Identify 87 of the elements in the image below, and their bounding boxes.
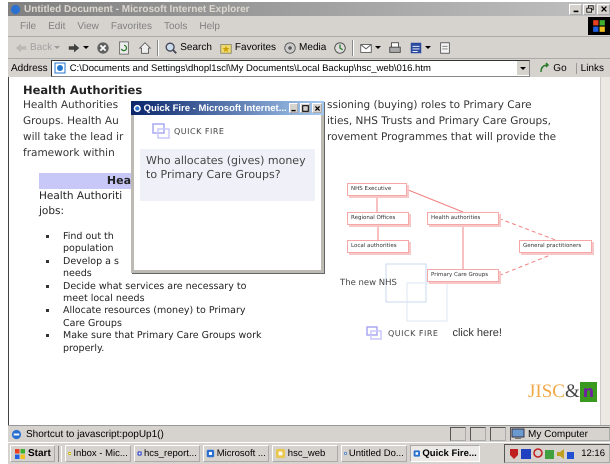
intro-text: jobs: [39, 204, 66, 219]
media-button[interactable]: Media [281, 38, 328, 56]
paragraph-text: rovement Programmes that will provide the [327, 131, 556, 143]
taskbar-button[interactable]: Untitled Do... [340, 445, 407, 462]
taskbar-button[interactable]: hsc_web [272, 445, 338, 462]
quick-fire-label: QUICK FIRE [388, 328, 438, 338]
status-text: Shortcut to javascript:popUp1() [26, 428, 165, 440]
windows-logo-icon [14, 448, 26, 460]
clock: 12:16 [581, 448, 605, 459]
close-icon [314, 104, 321, 112]
browser-icon [133, 102, 142, 114]
stop-icon [96, 40, 110, 54]
connector-line [376, 196, 378, 212]
taskbar-button[interactable]: hcs_report... [134, 445, 200, 462]
click-here-link[interactable]: click here! [452, 327, 502, 339]
links-button[interactable]: Links [576, 62, 610, 74]
diagram-caption: The new NHS [340, 278, 397, 288]
computer-icon [511, 428, 525, 440]
caret-icon [425, 46, 432, 50]
caret-icon [83, 46, 90, 50]
paragraph-text: Health Authorities [23, 98, 120, 113]
section-heading: Hea [39, 173, 131, 189]
go-button[interactable]: Go [533, 62, 573, 74]
bullet-text: Find out th population [63, 231, 114, 256]
restore-button[interactable] [583, 4, 596, 14]
paragraph-text: framework within [23, 146, 116, 161]
taskbar-button[interactable]: Microsoft ... [202, 445, 269, 462]
quick-fire-label: QUICK FIRE [174, 126, 224, 136]
paragraph-text: Groups. Health Au [23, 114, 120, 129]
taskbar-button[interactable]: Quick Fire... [410, 445, 480, 462]
address-field[interactable]: C:\Documents and Settings\dhopl1scl\My Documents\Local Backup\hsc_web\016.htm [50, 60, 530, 76]
bullet-text: Decide what services are necessary to meet local needs [63, 280, 246, 306]
paragraph-text: will take the lead ir [23, 130, 124, 145]
minimize-button[interactable] [569, 4, 582, 14]
dropdown-button[interactable] [517, 61, 530, 75]
restore-icon [586, 5, 594, 13]
taskbar-button[interactable]: Inbox - Mic... [64, 445, 131, 462]
bullet-text: Develop a s needs [63, 256, 119, 281]
app-icon [274, 448, 286, 459]
page-icon [11, 428, 22, 440]
quick-fire-icon [152, 123, 170, 139]
caret-icon [54, 46, 60, 50]
printer-icon [388, 40, 402, 54]
bullet-text: Allocate resources (money) to Primary Care Groups [63, 305, 246, 330]
tray-icons-drawing [509, 448, 576, 460]
logo: JISC&n [528, 382, 600, 402]
disc-icon [283, 40, 298, 54]
search-button[interactable]: Search [162, 38, 214, 56]
browser-icon [10, 4, 21, 14]
popup-title: Quick Fire - Microsoft Internet... [144, 102, 287, 114]
window-title: Untitled Document - Microsoft Internet Explorer [24, 4, 250, 14]
favorites-button[interactable]: Favorites [216, 38, 278, 56]
document-icon [409, 40, 424, 54]
caret-icon [375, 46, 382, 50]
question-text: Who allocates (gives) money to Primary Care Groups? [140, 149, 315, 201]
note-icon [438, 40, 452, 54]
minimize-button[interactable] [288, 103, 298, 113]
close-button[interactable] [597, 4, 610, 14]
status-panel [490, 427, 506, 441]
maximize-button[interactable] [300, 103, 310, 113]
intro-text: Health Authoriti [39, 189, 124, 204]
page-icon [54, 62, 66, 74]
connector-line [498, 218, 556, 240]
close-button[interactable] [312, 103, 322, 113]
zone-text: My Computer [528, 428, 588, 440]
paragraph-text: ssioning (buying) roles to Primary Care [327, 99, 532, 111]
arrow-icon [539, 62, 552, 74]
status-panel [470, 427, 486, 441]
search-icon [164, 40, 178, 54]
connector-line [462, 224, 464, 270]
home-icon [138, 40, 152, 54]
status-panel [450, 427, 466, 441]
clock-icon [333, 40, 348, 54]
maximize-icon [302, 104, 309, 112]
windows-logo [588, 17, 610, 35]
paragraph-text: ities, NHS Trusts and Primary Care Groups, [327, 115, 551, 127]
app-icon [412, 448, 420, 459]
app-icon [206, 448, 215, 459]
scrollbar[interactable] [600, 77, 610, 425]
address-label: Address [11, 62, 48, 74]
refresh-icon [117, 40, 132, 54]
connector-line [406, 189, 464, 212]
quick-fire-icon [366, 326, 382, 340]
bullet-text: Make sure that Primary Care Groups work properly. [63, 330, 262, 356]
page-heading: Health Authorities [23, 83, 144, 97]
close-icon [600, 5, 608, 13]
start-button[interactable]: Start [10, 445, 55, 462]
